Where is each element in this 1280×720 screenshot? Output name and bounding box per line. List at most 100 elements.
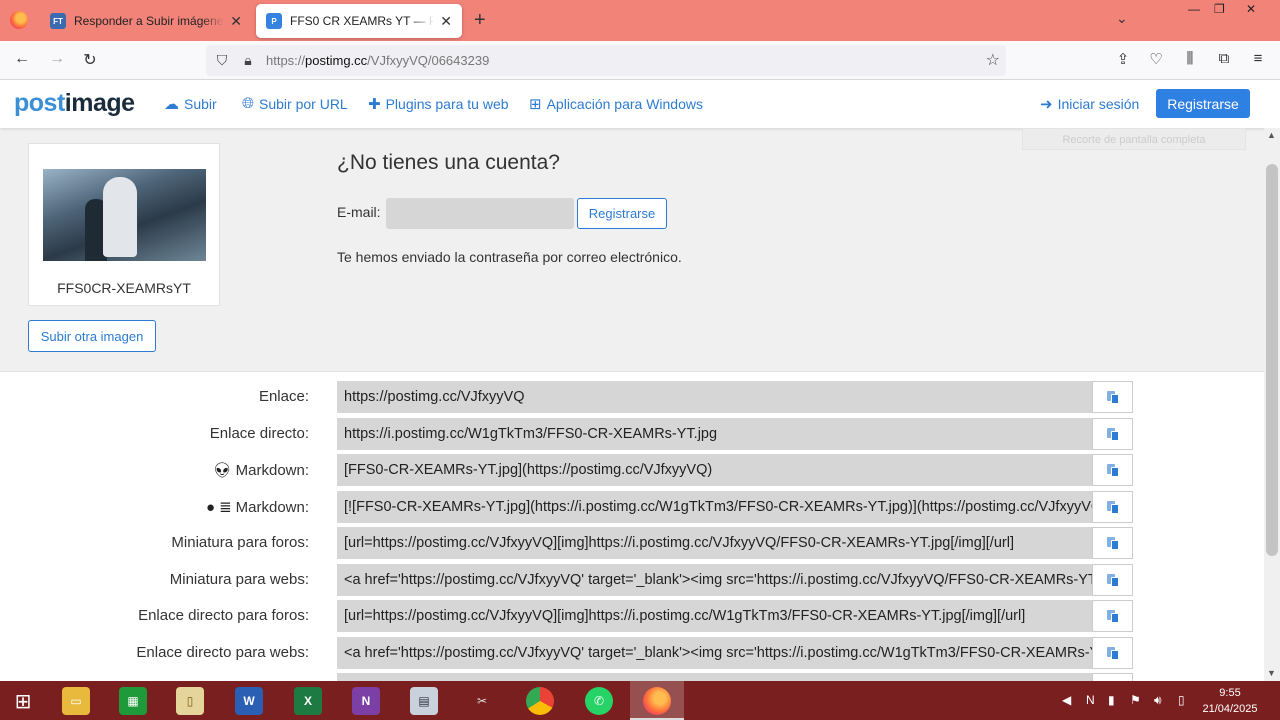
copy-icon [1106,573,1119,587]
library-icon[interactable]: ⫼ [1180,50,1200,67]
store-icon[interactable]: ▦ [119,687,147,715]
start-windows-icon[interactable]: ⊞ [9,687,37,715]
firefox-menu-icon[interactable] [10,11,28,29]
onenote-icon[interactable]: N [352,687,380,715]
system-clock[interactable]: 9:55 21/04/2025 [1198,685,1262,717]
page-scrollbar[interactable]: ▲ ▼ [1264,128,1280,681]
link-field[interactable]: <a href='https://postimg.cc/VJfxyyVQ' ta… [337,564,1092,596]
copy-button[interactable] [1092,600,1133,632]
nav-upload-label: Subir [184,96,217,112]
new-tab-icon[interactable]: + [474,9,486,32]
flag-icon[interactable]: ⚑ [1130,693,1141,707]
stackoverflow-icon: ≣ [219,499,232,516]
nav-plugins[interactable]: ✚ Plugins para tu web [368,95,509,113]
link-field[interactable] [337,673,1092,681]
register-button[interactable]: Registrarse [1156,89,1250,118]
copy-button[interactable] [1092,418,1133,450]
lock-icon[interactable]: 🔒︎ [238,52,258,69]
copy-button[interactable] [1092,637,1133,669]
copy-button[interactable] [1092,527,1133,559]
copy-button[interactable] [1092,381,1133,413]
nav-upload[interactable]: ☁ Subir [164,95,217,113]
bookmark-star-icon[interactable]: ☆ [986,50,1000,70]
window-close-icon[interactable]: ✕ [1246,2,1256,16]
link-row: Enlace directo: https://i.postimg.cc/W1g… [0,418,1264,450]
restore-icon[interactable]: ❐ [1214,2,1225,16]
nav-windows-app[interactable]: ⊞ Aplicación para Windows [529,95,703,113]
volume-icon[interactable]: 🔊︎ [1154,693,1162,708]
copy-icon [1106,463,1119,477]
site-header: postimage ☁ Subir 🌐︎ Subir por URL ✚ Plu… [0,80,1280,128]
email-label: E-mail: [337,204,381,220]
fullscreen-capture-button[interactable]: Recorte de pantalla completa [1022,128,1246,150]
close-tab-icon[interactable]: ✕ [230,13,242,30]
register-email-button[interactable]: Registrarse [577,198,667,229]
windows-icon: ⊞ [529,96,542,113]
copy-button[interactable] [1092,454,1133,486]
list-tabs-icon[interactable]: ⌄ [1116,10,1128,27]
link-field[interactable]: [url=https://postimg.cc/VJfxyyVQ][img]ht… [337,527,1092,559]
nav-plugins-label: Plugins para tu web [385,96,509,112]
extensions-icon[interactable]: ⧉ [1214,50,1234,67]
password-sent-message: Te hemos enviado la contraseña por corre… [337,249,682,265]
tab-postimage[interactable]: P FFS0 CR XEAMRs YT — Postim ✕ [256,4,462,38]
postimage-logo[interactable]: postimage [14,89,135,118]
forward-icon[interactable]: → [46,50,68,68]
upload-another-button[interactable]: Subir otra imagen [28,320,156,352]
share-icon[interactable]: ⇪ [1113,50,1133,68]
chrome-icon[interactable] [526,687,554,715]
copy-icon [1106,609,1119,623]
thumbnail-caption: FFS0CR-XEAMRsYT [57,280,191,296]
nav-windows-app-label: Aplicación para Windows [546,96,703,112]
no-account-title: ¿No tienes una cuenta? [337,151,560,174]
pocket-icon[interactable]: ♡ [1146,50,1166,68]
copy-button[interactable] [1092,564,1133,596]
navigation-toolbar: ← → ↻ ⛉ 🔒︎ https://postimg.cc/VJfxyyVQ/0… [0,41,1280,80]
link-label: Enlace: [258,388,309,405]
reload-icon[interactable]: ↻ [79,50,101,70]
tab-responder[interactable]: FT Responder a Subir imágenes al ✕ [40,4,252,38]
address-bar[interactable]: ⛉ 🔒︎ https://postimg.cc/VJfxyyVQ/0664323… [206,45,1006,76]
url-text[interactable]: https://postimg.cc/VJfxyyVQ/06643239 [266,53,489,68]
back-icon[interactable]: ← [11,50,33,68]
link-field[interactable]: [url=https://postimg.cc/VJfxyyVQ][img]ht… [337,600,1092,632]
calculator-icon[interactable]: ▤ [410,687,438,715]
firefox-taskbar-icon[interactable] [643,687,671,715]
close-tab-icon[interactable]: ✕ [440,13,452,30]
scroll-up-icon[interactable]: ▲ [1267,130,1276,140]
link-field[interactable]: https://i.postimg.cc/W1gTkTm3/FFS0-CR-XE… [337,418,1092,450]
whatsapp-icon[interactable]: ✆ [585,687,613,715]
keyboard-language-icon[interactable]: N [1086,693,1095,707]
nav-upload-url[interactable]: 🌐︎ Subir por URL [242,95,348,112]
menu-icon[interactable]: ≡ [1248,50,1268,67]
link-label: Miniatura para foros: [171,534,309,551]
cloud-upload-icon: ☁ [164,96,179,113]
scrollbar-thumb[interactable] [1266,164,1278,556]
scroll-down-icon[interactable]: ▼ [1267,668,1276,678]
speaker-muted-icon[interactable]: ◀ [1062,693,1071,707]
link-row: Enlace directo para foros: [url=https://… [0,600,1264,632]
forum-favicon-icon: FT [50,13,66,29]
link-field[interactable]: <a href='https://postimg.cc/VJfxyyVQ' ta… [337,637,1092,669]
nav-login[interactable]: ➜ Iniciar sesión [1040,95,1139,113]
link-field[interactable]: [![FFS0-CR-XEAMRs-YT.jpg](https://i.post… [337,491,1092,523]
file-explorer-icon[interactable]: ▭ [62,687,90,715]
link-field[interactable]: https://postimg.cc/VJfxyyVQ [337,381,1092,413]
copy-button[interactable] [1092,673,1133,681]
minimize-icon[interactable]: — [1188,2,1200,16]
email-field[interactable] [386,198,574,229]
shield-icon[interactable]: ⛉ [212,52,232,69]
documents-folder-icon[interactable]: ▯ [176,687,204,715]
tab-title: FFS0 CR XEAMRs YT — Postim [290,14,435,28]
link-row: Miniatura para foros: [url=https://posti… [0,527,1264,559]
uploaded-thumbnail[interactable] [43,169,206,261]
clock-time: 9:55 [1219,687,1241,699]
link-field[interactable]: [FFS0-CR-XEAMRs-YT.jpg](https://postimg.… [337,454,1092,486]
network-icon[interactable]: ▮ [1108,693,1115,707]
snipping-tool-icon[interactable]: ✂ [468,687,496,715]
word-icon[interactable]: W [235,687,263,715]
battery-icon[interactable]: ▯ [1178,693,1185,707]
excel-icon[interactable]: X [294,687,322,715]
copy-button[interactable] [1092,491,1133,523]
copy-icon [1106,390,1119,404]
